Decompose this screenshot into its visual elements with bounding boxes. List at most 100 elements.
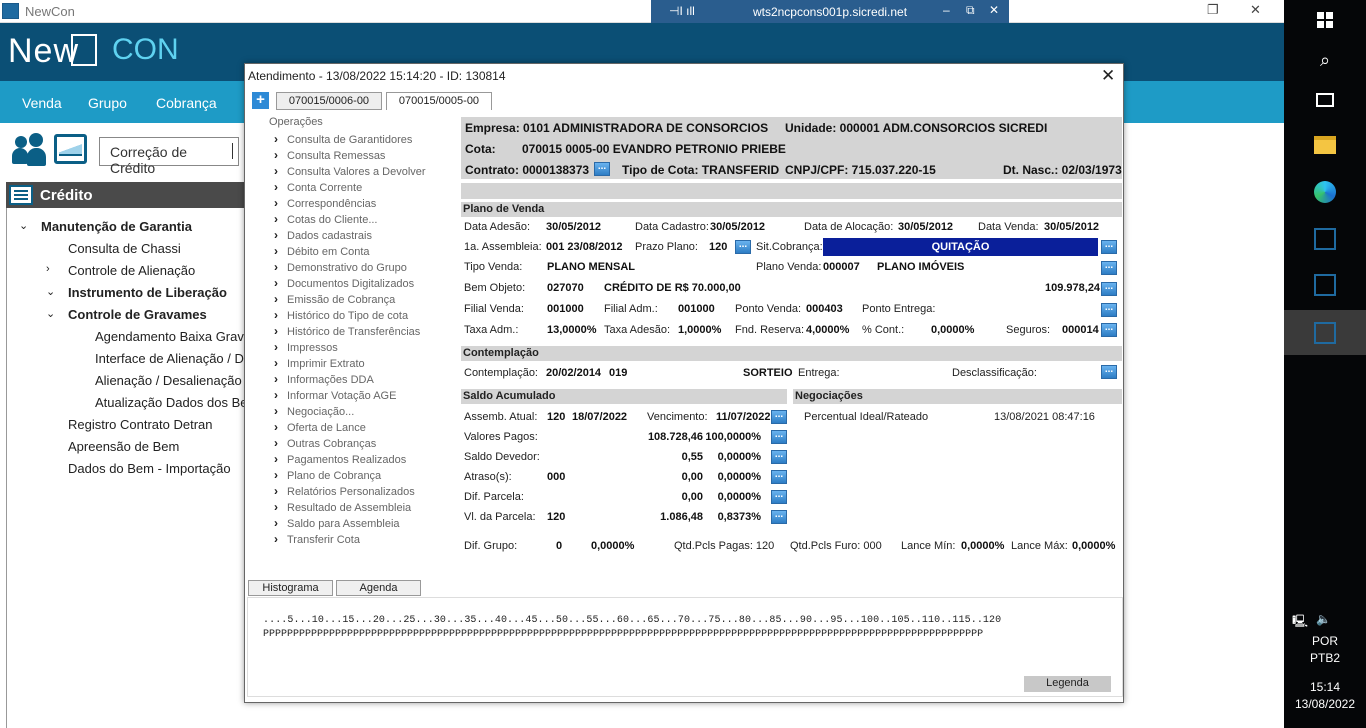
credito-tree-item[interactable]: Consulta de Chassi: [68, 241, 181, 256]
sitcob-more-button[interactable]: ...: [1101, 240, 1117, 254]
operacao-item[interactable]: Histórico de Transferências: [274, 324, 420, 338]
contrato-more-button[interactable]: ...: [594, 162, 610, 176]
operacao-item[interactable]: Débito em Conta: [274, 244, 370, 258]
chevron-down-icon[interactable]: ⌄: [46, 307, 55, 320]
assembleia-value: 001 23/08/2012: [546, 241, 623, 253]
cota-label: Cota:: [465, 142, 496, 156]
windows-start-icon[interactable]: [1317, 12, 1333, 28]
contemplacao-more-button[interactable]: ...: [1101, 365, 1117, 379]
operacao-item[interactable]: Consulta Remessas: [274, 148, 385, 162]
tab-cota-0005[interactable]: 070015/0005-00: [386, 92, 492, 110]
seguros-more-button[interactable]: ...: [1101, 323, 1117, 337]
newcon-taskbar-icon[interactable]: [1314, 228, 1336, 250]
tab-histograma[interactable]: Histograma: [248, 580, 333, 596]
vencimento-more-button[interactable]: ...: [771, 410, 787, 424]
lance-min-value: 0,0000%: [961, 540, 1005, 552]
saldo-row-more-button[interactable]: ...: [771, 450, 787, 464]
operacao-item[interactable]: Correspondências: [274, 196, 376, 210]
chart-icon[interactable]: [54, 134, 87, 164]
saldo-row-more-button[interactable]: ...: [771, 470, 787, 484]
operacao-item[interactable]: Cotas do Cliente...: [274, 212, 378, 226]
operacao-item[interactable]: Transferir Cota: [274, 532, 360, 546]
restore-icon[interactable]: ❐: [1207, 2, 1219, 18]
menu-grupo[interactable]: Grupo: [88, 95, 127, 111]
file-explorer-icon[interactable]: [1314, 136, 1336, 154]
operacao-item[interactable]: Informar Votação AGE: [274, 388, 396, 402]
tab-cota-0006[interactable]: 070015/0006-00: [276, 92, 382, 110]
chevron-down-icon[interactable]: ⌄: [46, 285, 55, 298]
operacao-item[interactable]: Negociação...: [274, 404, 354, 418]
credito-tree-item[interactable]: Dados do Bem - Importação: [68, 461, 231, 476]
negociacao-item[interactable]: Percentual Ideal/Rateado: [804, 411, 928, 423]
credito-tree-item[interactable]: Apreensão de Bem: [68, 439, 179, 454]
saldo-row-c: 100,0000%: [705, 431, 761, 443]
operacao-item[interactable]: Resultado de Assembleia: [274, 500, 411, 514]
operacao-item[interactable]: Informações DDA: [274, 372, 374, 386]
clock-date[interactable]: 13/08/2022: [1284, 697, 1366, 711]
menu-venda[interactable]: Venda: [22, 95, 62, 111]
credito-tree-item[interactable]: Registro Contrato Detran: [68, 417, 213, 432]
credito-tree-item[interactable]: Interface de Alienação / Des: [95, 351, 258, 366]
credito-tree-item[interactable]: Atualização Dados dos Bem: [95, 395, 258, 410]
operacao-item[interactable]: Imprimir Extrato: [274, 356, 365, 370]
operacao-item[interactable]: Plano de Cobrança: [274, 468, 381, 482]
credito-tree-item[interactable]: Alienação / Desalienação /: [95, 373, 249, 388]
users-icon[interactable]: [12, 133, 46, 167]
task-view-icon[interactable]: [1316, 93, 1334, 107]
operacao-item[interactable]: Impressos: [274, 340, 338, 354]
taxa-adm-value: 13,0000%: [547, 324, 597, 336]
operacao-item[interactable]: Conta Corrente: [274, 180, 362, 194]
operacao-item[interactable]: Consulta Valores a Devolver: [274, 164, 426, 178]
operacao-item[interactable]: Documentos Digitalizados: [274, 276, 414, 290]
operacao-item[interactable]: Dados cadastrais: [274, 228, 372, 242]
saldo-row-more-button[interactable]: ...: [771, 430, 787, 444]
operacao-item[interactable]: Emissão de Cobrança: [274, 292, 395, 306]
filial-venda-value: 001000: [547, 303, 584, 315]
operacao-item[interactable]: Histórico do Tipo de cota: [274, 308, 408, 322]
close-icon[interactable]: ✕: [989, 3, 999, 17]
lang-1[interactable]: POR: [1284, 634, 1366, 648]
legenda-button[interactable]: Legenda: [1024, 676, 1111, 692]
seguros-value: 000014: [1062, 324, 1099, 336]
operacao-item[interactable]: Saldo para Assembleia: [274, 516, 400, 530]
operacao-item[interactable]: Pagamentos Realizados: [274, 452, 406, 466]
search-icon[interactable]: ⌕: [1284, 50, 1366, 71]
menu-cobranca[interactable]: Cobrança: [156, 95, 217, 111]
prazo-more-button[interactable]: ...: [735, 240, 751, 254]
active-task[interactable]: [1284, 310, 1366, 355]
credito-tree-item[interactable]: Controle de Gravames: [68, 307, 207, 322]
operacao-item[interactable]: Oferta de Lance: [274, 420, 366, 434]
operacao-item[interactable]: Outras Cobranças: [274, 436, 376, 450]
add-tab-button[interactable]: +: [252, 92, 269, 109]
lang-2[interactable]: PTB2: [1284, 651, 1366, 665]
newcon-taskbar-icon-3: [1314, 322, 1336, 344]
ponto-entrega-more-button[interactable]: ...: [1101, 303, 1117, 317]
chevron-down-icon[interactable]: ⌄: [19, 219, 28, 232]
minimize-icon[interactable]: –: [943, 3, 950, 17]
dialog-title: Atendimento - 13/08/2022 15:14:20 - ID: …: [248, 69, 506, 83]
operacao-item[interactable]: Consulta de Garantidores: [274, 132, 412, 146]
credito-tree-item[interactable]: Manutenção de Garantia: [41, 219, 192, 234]
credito-tree-item[interactable]: Instrumento de Liberação: [68, 285, 227, 300]
operacao-item[interactable]: Demonstrativo do Grupo: [274, 260, 407, 274]
bem-more-button[interactable]: ...: [1101, 282, 1117, 296]
newcon-taskbar-icon-2[interactable]: [1314, 274, 1336, 296]
plano-venda-more-button[interactable]: ...: [1101, 261, 1117, 275]
close-icon[interactable]: ✕: [1250, 2, 1261, 18]
lance-min-label: Lance Mín:: [901, 540, 956, 552]
volume-icon[interactable]: 🔈: [1316, 612, 1331, 626]
edge-icon[interactable]: [1314, 181, 1336, 203]
network-icon[interactable]: 🖳: [1292, 612, 1308, 633]
clock-time[interactable]: 15:14: [1284, 680, 1366, 694]
credito-tree-item[interactable]: Controle de Alienação: [68, 263, 195, 278]
search-box[interactable]: Correção de Crédito: [99, 137, 239, 176]
lance-max-label: Lance Máx:: [1011, 540, 1068, 552]
saldo-row-more-button[interactable]: ...: [771, 510, 787, 524]
close-icon[interactable]: ✕: [1101, 66, 1115, 86]
saldo-row-more-button[interactable]: ...: [771, 490, 787, 504]
tab-agenda[interactable]: Agenda: [336, 580, 421, 596]
operacao-item[interactable]: Relatórios Personalizados: [274, 484, 415, 498]
restore-icon[interactable]: ⧉: [966, 3, 975, 18]
chevron-right-icon[interactable]: ›: [46, 263, 50, 275]
list-icon[interactable]: [9, 185, 33, 205]
